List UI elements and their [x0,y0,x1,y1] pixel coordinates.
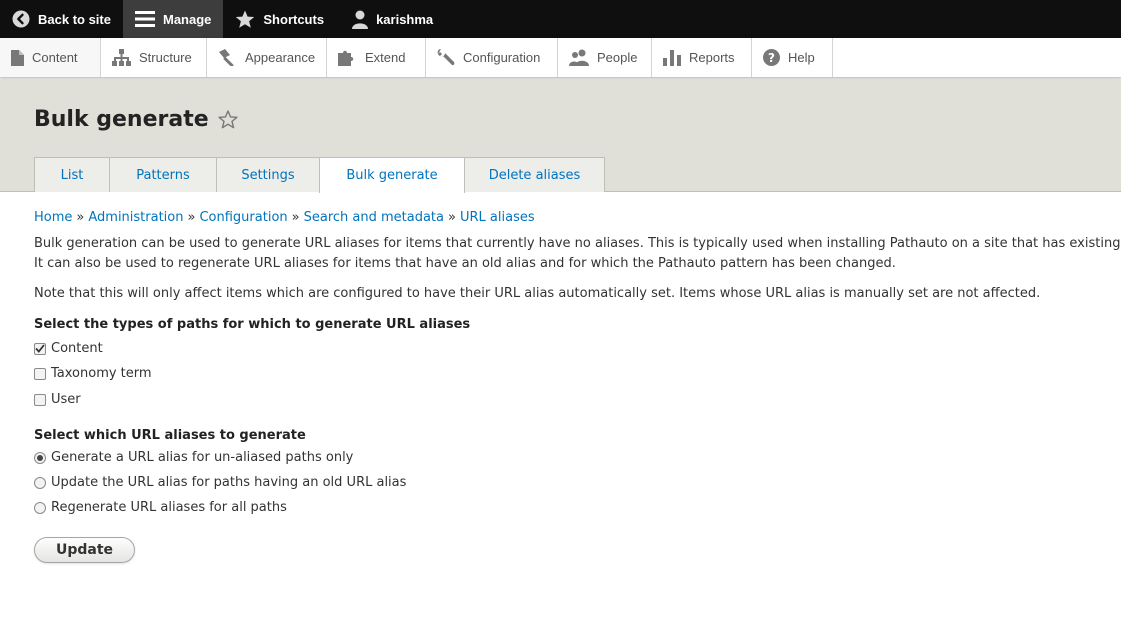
tray-item-structure[interactable]: Structure [101,38,207,77]
shortcut-star-icon[interactable] [218,110,238,129]
tray-item-help[interactable]: ? Help [752,38,833,77]
admin-tray: Content Structure Appearance Extend Conf… [0,38,1121,78]
back-to-site-label: Back to site [38,11,111,27]
star-icon [235,10,255,29]
svg-text:?: ? [768,51,775,65]
tab-bulk-generate[interactable]: Bulk generate [319,157,465,193]
chevron-left-circle-icon [12,10,30,28]
checkbox-box[interactable] [34,367,46,380]
shortcuts-label: Shortcuts [263,11,325,27]
radio-label: Generate a URL alias for un-aliased path… [51,450,354,465]
radio-label: Update the URL alias for paths having an… [51,475,407,490]
tray-label: Configuration [463,50,541,65]
checkbox-box[interactable] [34,342,46,355]
breadcrumb-configuration[interactable]: Configuration [199,210,287,225]
tab-list[interactable]: List [34,157,110,192]
checkbox-label: User [51,392,81,407]
tray-item-configuration[interactable]: Configuration [426,38,558,77]
tray-label: Appearance [245,50,316,65]
tray-label: Reports [689,50,735,65]
tray-label: Content [32,50,78,65]
tab-delete-aliases[interactable]: Delete aliases [464,157,605,192]
tray-item-reports[interactable]: Reports [652,38,752,77]
sitemap-icon [112,49,131,66]
update-button[interactable]: Update [34,537,135,563]
tray-label: People [597,50,638,65]
page-title-text: Bulk generate [34,107,209,132]
file-icon [11,49,24,66]
user-name: karishma [376,11,434,27]
breadcrumb-url-aliases[interactable]: URL aliases [460,210,535,225]
manage-tab[interactable]: Manage [122,0,224,38]
radio-regenerate-all[interactable]: Regenerate URL aliases for all paths [34,500,287,515]
user-icon [352,10,369,29]
tab-settings[interactable]: Settings [216,157,320,192]
shortcuts-tab[interactable]: Shortcuts [223,0,336,38]
breadcrumb: Home» Administration» Configuration» Search… [34,210,535,225]
radio-unaliased-only[interactable]: Generate a URL alias for un-aliased path… [34,450,353,465]
breadcrumb-search-and-metadata[interactable]: Search and metadata [304,210,444,225]
manage-label: Manage [162,11,212,27]
tray-label: Extend [365,50,406,65]
breadcrumb-separator: » [291,210,300,225]
breadcrumb-separator: » [187,210,196,225]
breadcrumb-separator: » [76,210,85,225]
checkbox-user[interactable]: User [34,392,81,407]
checkbox-taxonomy-term[interactable]: Taxonomy term [34,366,152,381]
radio-selected-dot [37,454,43,461]
checkbox-label: Content [51,341,103,356]
intro-line-1: Bulk generation can be used to generate … [34,236,1121,251]
checkbox-label: Taxonomy term [51,366,152,381]
intro-line-2: It can also be used to regenerate URL al… [34,256,896,271]
tray-item-extend[interactable]: Extend [327,38,426,77]
tray-label: Structure [139,50,192,65]
tab-patterns[interactable]: Patterns [109,157,217,192]
local-tasks-tabs: List Patterns Settings Bulk generate Del… [34,157,605,193]
breadcrumb-home[interactable]: Home [34,210,72,225]
back-to-site-link[interactable]: Back to site [0,0,123,38]
path-types-label: Select the types of paths for which to g… [34,317,471,332]
checkbox-box[interactable] [34,393,46,406]
puzzle-icon [338,49,357,66]
breadcrumb-separator: » [448,210,456,225]
help-icon: ? [763,49,780,66]
user-tab[interactable]: karishma [336,0,445,38]
which-aliases-label: Select which URL aliases to generate [34,428,306,443]
tray-item-content[interactable]: Content [0,38,101,77]
bar-chart-icon [663,49,681,66]
intro-note: Note that this will only affect items wh… [34,286,1041,301]
people-icon [569,49,589,66]
radio-button[interactable] [34,501,46,514]
hamburger-menu-icon [134,11,155,27]
tray-item-appearance[interactable]: Appearance [207,38,327,77]
brush-icon [218,49,237,66]
radio-button[interactable] [34,476,46,489]
tray-item-people[interactable]: People [558,38,652,77]
breadcrumb-administration[interactable]: Administration [88,210,183,225]
wrench-icon [437,49,455,66]
admin-toolbar: Back to site Manage Shortcuts karishma [0,0,1121,38]
checkbox-content[interactable]: Content [34,341,103,356]
radio-update-old-alias[interactable]: Update the URL alias for paths having an… [34,475,406,490]
radio-label: Regenerate URL aliases for all paths [51,500,287,515]
page-title: Bulk generate [34,107,238,132]
tray-label: Help [788,50,815,65]
radio-button[interactable] [34,451,46,464]
